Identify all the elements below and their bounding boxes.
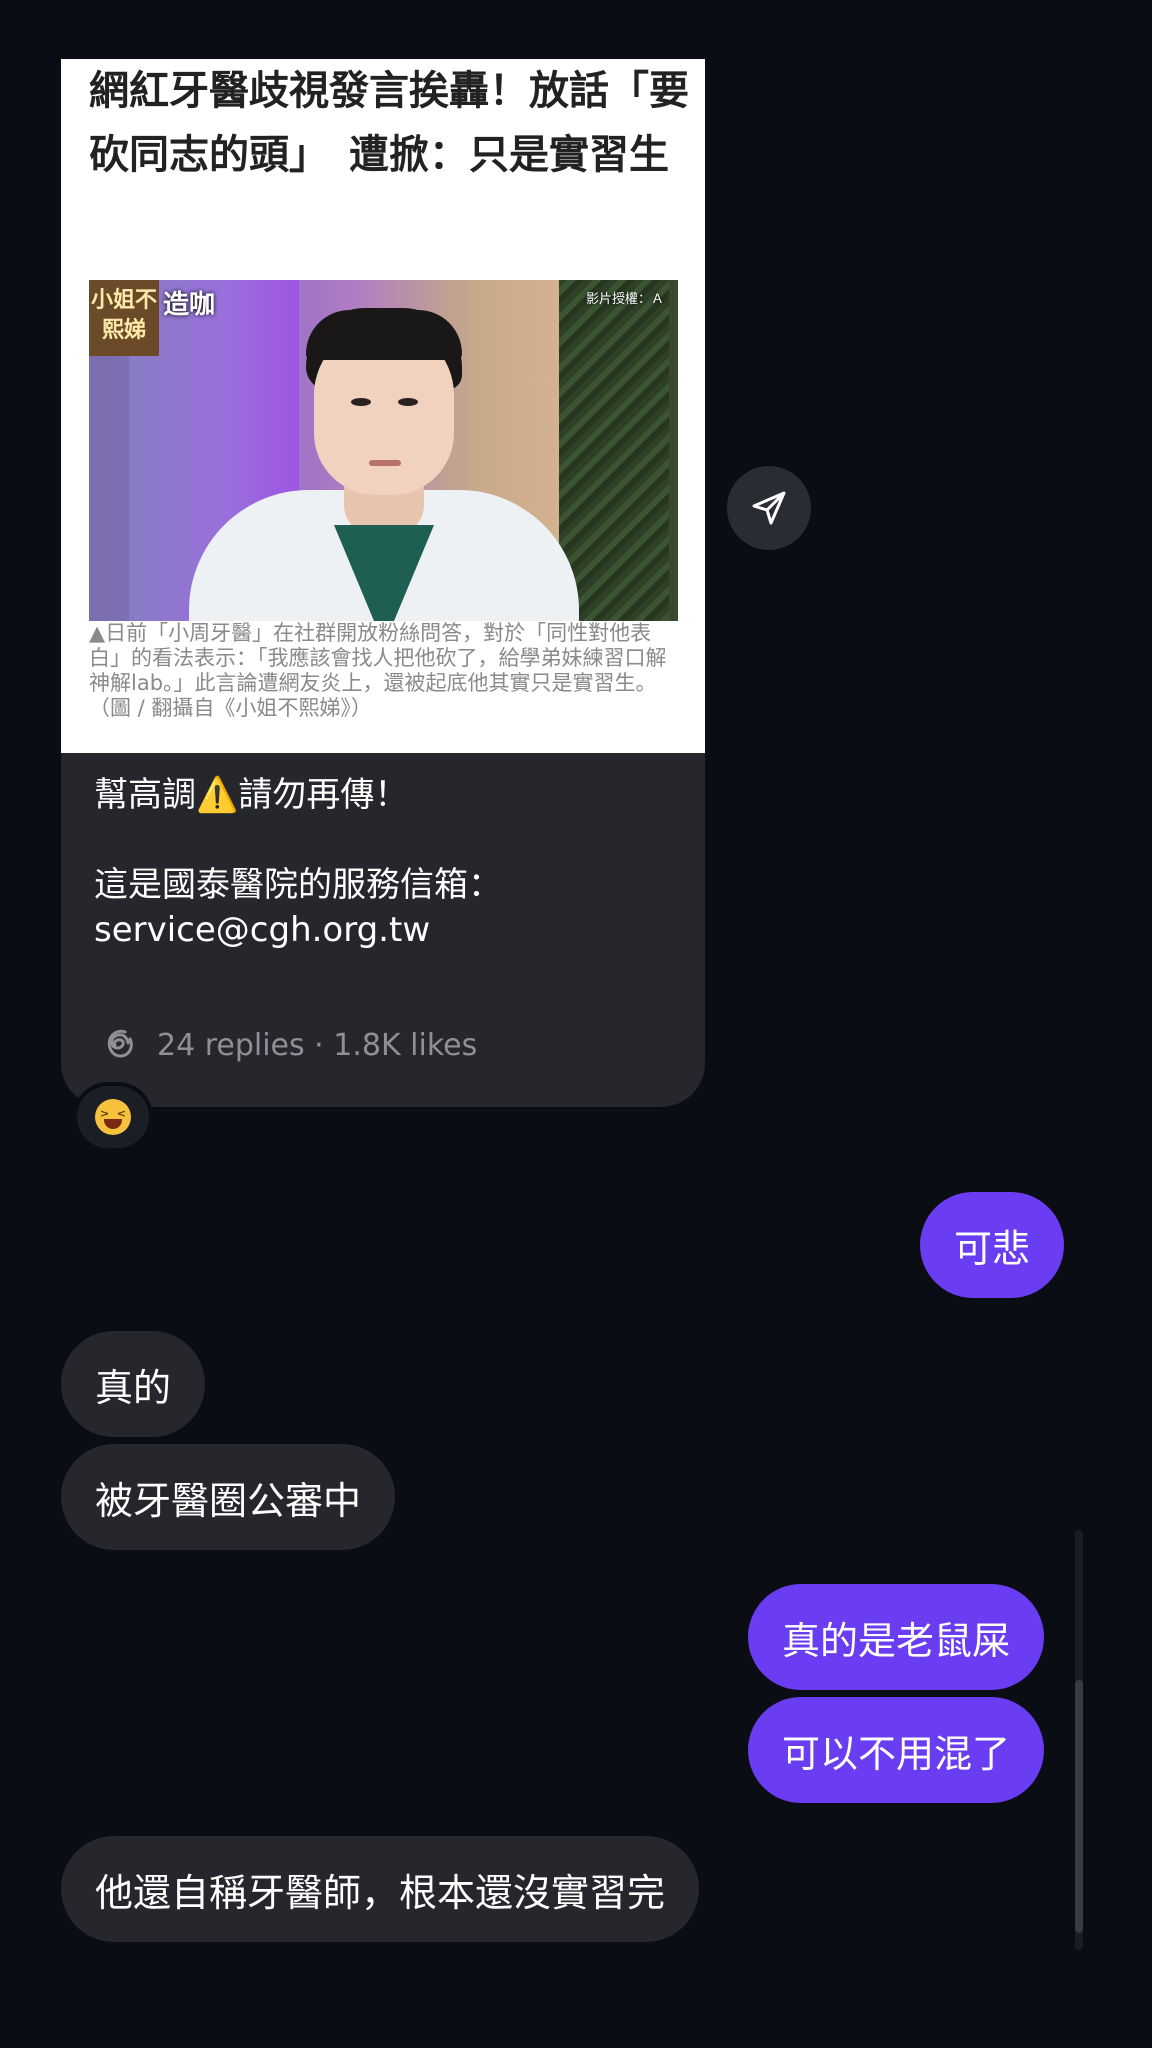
scrollbar-thumb[interactable] xyxy=(1075,1680,1083,1933)
message-bubble-incoming[interactable]: 真的 xyxy=(61,1331,206,1437)
message-text: 可悲 xyxy=(954,1226,1031,1271)
message-bubble-outgoing[interactable]: 可悲 xyxy=(920,1192,1065,1298)
message-reaction[interactable]: > < xyxy=(73,1082,153,1152)
message-text: 真的是老鼠屎 xyxy=(782,1618,1011,1663)
show-tag: 造咖 xyxy=(163,290,216,320)
post-text-email: service@cgh.org.tw xyxy=(94,910,431,950)
post-stats-text: 24 replies · 1.8K likes xyxy=(157,1027,478,1063)
share-button[interactable] xyxy=(727,466,811,550)
article-headline: 網紅牙醫歧視發言挨轟！放話「要砍同志的頭」 遭掀：只是實習生 xyxy=(89,68,689,178)
post-body: 幫高調⚠️請勿再傳！ 這是國泰醫院的服務信箱： service@cgh.org.… xyxy=(94,773,684,953)
shared-post-card[interactable]: 網紅牙醫歧視發言挨轟！放話「要砍同志的頭」 遭掀：只是實習生 小姐不熙娣 造咖 … xyxy=(61,59,705,1107)
post-stats: 24 replies · 1.8K likes xyxy=(101,1025,477,1065)
article-preview: 網紅牙醫歧視發言挨轟！放話「要砍同志的頭」 遭掀：只是實習生 小姐不熙娣 造咖 … xyxy=(61,59,705,753)
threads-icon xyxy=(107,1029,133,1058)
post-text-line-2: 這是國泰醫院的服務信箱： xyxy=(94,865,502,905)
message-text: 被牙醫圈公審中 xyxy=(95,1478,362,1523)
message-text: 他還自稱牙醫師，根本還沒實習完 xyxy=(95,1870,666,1915)
message-bubble-outgoing[interactable]: 真的是老鼠屎 xyxy=(748,1584,1045,1690)
message-text: 真的 xyxy=(95,1365,172,1410)
message-bubble-incoming[interactable]: 他還自稱牙醫師，根本還沒實習完 xyxy=(61,1836,700,1942)
message-text: 可以不用混了 xyxy=(782,1731,1011,1776)
message-bubble-incoming[interactable]: 被牙醫圈公審中 xyxy=(61,1444,396,1550)
photo-caption: ▲日前「小周牙醫」在社群開放粉絲問答，對於「同性對他表白」的看法表示：「我應該會… xyxy=(89,621,667,720)
show-logo: 小姐不熙娣 xyxy=(89,280,159,356)
message-bubble-outgoing[interactable]: 可以不用混了 xyxy=(748,1697,1045,1803)
article-photo: 小姐不熙娣 造咖 影片授權：Ａ xyxy=(89,280,678,621)
send-icon xyxy=(752,491,786,525)
laughing-emoji-icon: > < xyxy=(95,1099,131,1135)
video-credit: 影片授權：Ａ xyxy=(585,292,664,307)
post-text-line-1: 幫高調⚠️請勿再傳！ xyxy=(94,775,409,815)
